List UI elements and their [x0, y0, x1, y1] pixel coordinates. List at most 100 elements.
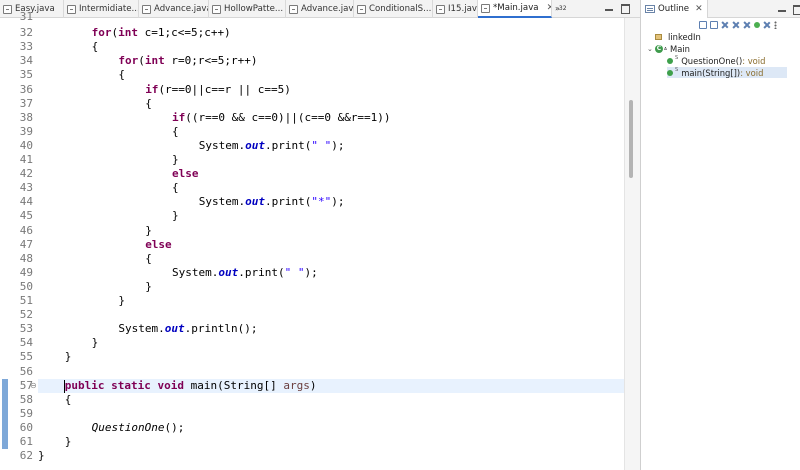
- code-line[interactable]: }: [38, 435, 72, 449]
- code-token: .print(: [238, 265, 285, 279]
- code-line[interactable]: for(int r=0;r<=5;r++): [38, 54, 257, 68]
- code-line[interactable]: if((r==0 && c==0)||(c==0 &&r==1)): [38, 111, 391, 125]
- hide-local-types-icon[interactable]: [754, 22, 760, 28]
- code-line[interactable]: }: [38, 280, 152, 294]
- code-line[interactable]: }: [38, 224, 152, 238]
- code-line[interactable]: {: [38, 97, 152, 111]
- line-number: 31: [19, 10, 33, 23]
- hide-static-icon[interactable]: [732, 21, 740, 29]
- vertical-scrollbar[interactable]: [624, 18, 640, 470]
- code-token: ((r==0 && c==0)||(c==0 &&r==1)): [185, 110, 391, 124]
- maximize-icon[interactable]: [792, 4, 800, 15]
- view-menu-icon[interactable]: [774, 21, 777, 29]
- code-token: }: [145, 279, 152, 293]
- code-line[interactable]: }: [38, 209, 179, 223]
- code-line[interactable]: {: [38, 393, 72, 407]
- outline-node-method[interactable]: S QuestionOne() : void: [667, 55, 765, 66]
- code-area[interactable]: for(int c=1;c<=5;c++){for(int r=0;r<=5;r…: [38, 18, 624, 470]
- outline-node-label: QuestionOne(): [681, 55, 743, 66]
- code-line[interactable]: if(r==0||c==r || c==5): [38, 83, 291, 97]
- code-line[interactable]: QuestionOne();: [38, 420, 185, 435]
- code-token: .print(: [265, 195, 312, 209]
- code-line[interactable]: }: [38, 449, 45, 463]
- class-modifier-icon: ᴀ: [664, 45, 667, 52]
- code-line[interactable]: {: [38, 68, 125, 82]
- code-line[interactable]: }: [38, 336, 99, 350]
- code-editor[interactable]: 31 32 33 34 35 36 37 38 39 40 41 42 43 44 45 46 47 48 49 50…: [0, 10, 640, 470]
- java-file-icon: [436, 4, 445, 14]
- line-number: 32: [19, 26, 33, 40]
- code-line[interactable]: [38, 308, 118, 322]
- code-line[interactable]: }: [38, 350, 72, 364]
- tab-main-java[interactable]: *Main.java✕: [478, 0, 552, 18]
- code-token: out: [164, 322, 185, 336]
- code-line[interactable]: System.out.println();: [38, 322, 257, 336]
- java-file-icon: [481, 3, 490, 13]
- code-line[interactable]: {: [38, 125, 179, 139]
- code-line[interactable]: {: [38, 40, 99, 54]
- chevron-down-icon[interactable]: ⌄: [647, 45, 655, 53]
- tab-hollowpatte[interactable]: HollowPatte...: [209, 0, 286, 18]
- code-line[interactable]: [38, 365, 65, 379]
- code-token: args: [283, 378, 310, 392]
- code-token: QuestionOne: [91, 420, 165, 434]
- class-icon: C: [655, 44, 663, 53]
- outline-window-controls: [777, 4, 800, 15]
- outline-node-package[interactable]: linkedIn: [655, 31, 701, 42]
- line-number: 51: [19, 294, 33, 307]
- public-method-icon: [667, 57, 673, 64]
- tab-overflow-count: 32: [558, 5, 567, 12]
- code-line[interactable]: for(int c=1;c<=5;c++): [38, 26, 231, 40]
- code-line[interactable]: public static void main(String[] args): [38, 378, 624, 393]
- outline-node-class[interactable]: ⌄ Cᴀ Main: [647, 43, 690, 54]
- outline-node-method[interactable]: Smain(String[]) : void: [667, 67, 787, 78]
- java-file-icon: [289, 4, 298, 14]
- code-line[interactable]: System.out.print(" ");: [38, 266, 318, 280]
- code-token: .print(: [265, 138, 312, 152]
- tab-i15-java[interactable]: I15.java: [433, 0, 478, 18]
- code-token: ): [309, 378, 317, 392]
- tab-advance-java[interactable]: Advance.java: [139, 0, 209, 18]
- minimize-icon[interactable]: [604, 3, 614, 13]
- tab-label: I15.java: [448, 4, 477, 14]
- close-icon[interactable]: ✕: [695, 4, 703, 14]
- code-line[interactable]: }: [38, 294, 125, 308]
- line-number: 62: [19, 449, 33, 463]
- maximize-icon[interactable]: [620, 3, 630, 14]
- code-token: {: [118, 68, 126, 82]
- code-token: }: [118, 294, 126, 307]
- code-token: out: [245, 195, 266, 209]
- tab-advance-java[interactable]: Advance.java: [286, 0, 354, 18]
- hide-fields-icon[interactable]: [721, 21, 729, 29]
- fold-toggle-icon[interactable]: ⊖: [30, 381, 37, 390]
- scrollbar-thumb[interactable]: [629, 100, 633, 178]
- outline-view: Outline ✕ linkedIn ⌄ Cᴀ Main S QuestionOne() …: [640, 0, 800, 470]
- tab-conditionals[interactable]: ConditionalS...: [354, 0, 433, 18]
- code-token: (: [138, 54, 145, 68]
- code-line[interactable]: System.out.print(" ");: [38, 139, 345, 153]
- tab-intermidiate[interactable]: Intermidiate...: [64, 0, 139, 18]
- sort-icon[interactable]: [710, 21, 718, 29]
- code-token: {: [172, 181, 179, 195]
- code-token: if: [145, 82, 159, 96]
- code-line[interactable]: {: [38, 252, 152, 266]
- tab-outline[interactable]: Outline ✕: [641, 0, 708, 18]
- code-token: .println();: [184, 322, 258, 336]
- code-token: c=1;c<=5;c++): [137, 26, 231, 40]
- code-token: r=0;r<=5;r++): [164, 54, 258, 68]
- code-line[interactable]: else: [38, 238, 172, 252]
- collapse-all-icon[interactable]: [699, 21, 707, 29]
- minimize-icon[interactable]: [777, 4, 787, 14]
- link-with-editor-icon[interactable]: [763, 21, 771, 29]
- code-line[interactable]: System.out.print("*");: [38, 195, 345, 209]
- hide-non-public-icon[interactable]: [743, 21, 751, 29]
- line-number: 49: [19, 265, 33, 279]
- outline-node-return-type: : void: [740, 67, 764, 78]
- code-line[interactable]: else: [38, 167, 199, 181]
- code-line[interactable]: {: [38, 181, 179, 195]
- change-indicator: [2, 378, 8, 450]
- code-line[interactable]: }: [38, 153, 179, 167]
- line-number: 46: [19, 223, 33, 237]
- code-line[interactable]: [38, 407, 65, 421]
- tab-overflow-button[interactable]: » 32: [552, 0, 570, 17]
